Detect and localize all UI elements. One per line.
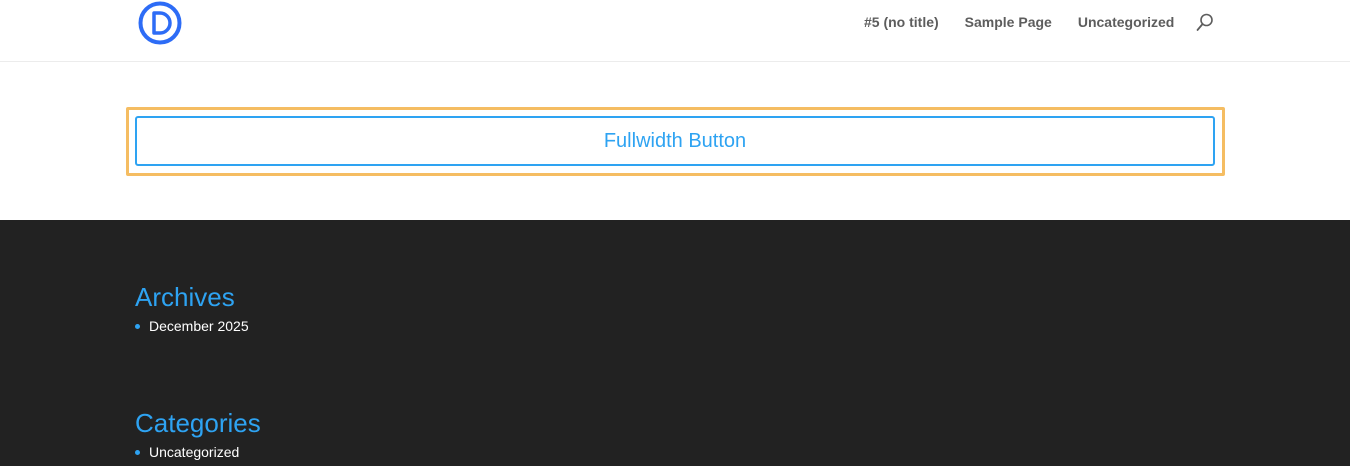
bullet-icon <box>135 450 140 455</box>
site-footer: Archives December 2025 Categories Uncate… <box>0 220 1350 466</box>
bullet-icon <box>135 324 140 329</box>
site-header: #5 (no title) Sample Page Uncategorized <box>0 0 1350 62</box>
list-item: Uncategorized <box>135 444 261 460</box>
nav-item-uncategorized[interactable]: Uncategorized <box>1078 14 1174 30</box>
divi-d-logo-icon <box>138 1 182 45</box>
archives-widget: Archives December 2025 <box>135 282 249 334</box>
list-item: December 2025 <box>135 318 249 334</box>
button-section: Fullwidth Button <box>0 62 1350 219</box>
categories-widget: Categories Uncategorized <box>135 408 261 460</box>
category-link-uncategorized[interactable]: Uncategorized <box>149 444 239 460</box>
main-nav: #5 (no title) Sample Page Uncategorized <box>864 14 1174 30</box>
search-icon[interactable] <box>1196 13 1214 32</box>
nav-item-no-title[interactable]: #5 (no title) <box>864 14 939 30</box>
categories-list: Uncategorized <box>135 444 261 460</box>
archives-list: December 2025 <box>135 318 249 334</box>
archive-link-december-2025[interactable]: December 2025 <box>149 318 249 334</box>
categories-title: Categories <box>135 408 261 438</box>
nav-item-sample-page[interactable]: Sample Page <box>965 14 1052 30</box>
archives-title: Archives <box>135 282 235 312</box>
fullwidth-button[interactable]: Fullwidth Button <box>135 116 1215 166</box>
